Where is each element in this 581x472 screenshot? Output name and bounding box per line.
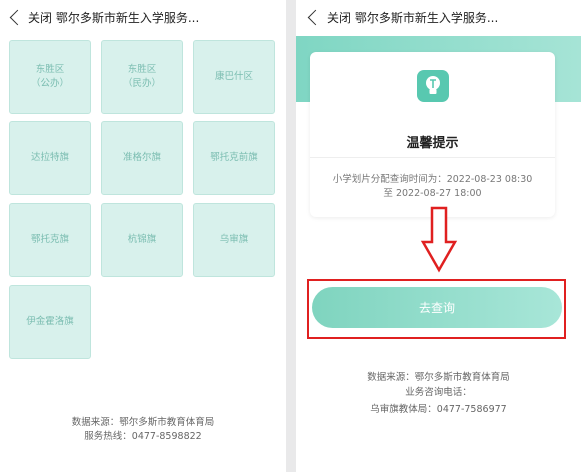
tip-title: 温馨提示 xyxy=(406,136,459,151)
district-name: 东胜区 xyxy=(35,64,65,75)
right-screen: 关闭 鄂尔多斯市新生入学服务... 温馨提示 小学划片分配查询时间为：2022-… xyxy=(296,0,581,472)
district-name: 康巴什区 xyxy=(214,71,253,82)
district-name: 准格尔旗 xyxy=(122,152,161,163)
tip-card: 温馨提示 小学划片分配查询时间为：2022-08-23 08:30 至 2022… xyxy=(310,52,555,217)
district-tile[interactable]: 鄂托克旗 xyxy=(9,203,91,277)
district-tile[interactable]: 达拉特旗 xyxy=(9,121,91,195)
district-name: 达拉特旗 xyxy=(30,152,69,163)
district-tile[interactable]: 康巴什区 xyxy=(193,40,275,114)
nav-title[interactable]: 关闭 鄂尔多斯市新生入学服务... xyxy=(28,9,199,26)
district-name: 鄂托克旗 xyxy=(30,234,69,245)
query-button[interactable]: 去查询 xyxy=(312,287,562,328)
chevron-left-icon[interactable] xyxy=(307,9,324,26)
district-name: 杭锦旗 xyxy=(127,234,157,245)
arrow-down-icon xyxy=(420,206,458,273)
district-name: 东胜区 xyxy=(127,64,157,75)
nav-bar: 关闭 鄂尔多斯市新生入学服务... xyxy=(296,0,581,36)
divider xyxy=(310,157,555,158)
left-screen: 关闭 鄂尔多斯市新生入学服务... 东胜区 （公办） 东胜区 （民办） 康巴什区… xyxy=(0,0,286,472)
district-tile[interactable]: 东胜区 （公办） xyxy=(9,40,91,114)
district-sub: （公办） xyxy=(30,78,69,89)
consult-label: 业务咨询电话： xyxy=(405,387,472,398)
district-name: 乌审旗 xyxy=(219,234,249,245)
district-tile[interactable]: 准格尔旗 xyxy=(101,121,183,195)
district-tile[interactable]: 杭锦旗 xyxy=(101,203,183,277)
district-tile[interactable]: 伊金霍洛旗 xyxy=(9,285,91,359)
service-hotline: 服务热线：0477-8598822 xyxy=(84,431,202,442)
district-sub: （民办） xyxy=(122,78,161,89)
nav-title[interactable]: 关闭 鄂尔多斯市新生入学服务... xyxy=(327,9,498,26)
district-name: 鄂托克前旗 xyxy=(210,152,258,163)
district-tile[interactable]: 鄂托克前旗 xyxy=(193,121,275,195)
consult-phone: 乌审旗教体局：0477-7586977 xyxy=(370,404,507,415)
query-time-text: 小学划片分配查询时间为：2022-08-23 08:30 xyxy=(332,174,533,185)
nav-bar: 关闭 鄂尔多斯市新生入学服务... xyxy=(0,0,286,36)
district-name: 伊金霍洛旗 xyxy=(26,316,74,327)
chevron-left-icon[interactable] xyxy=(9,9,26,26)
lightbulb-icon xyxy=(417,70,449,102)
data-source: 数据来源：鄂尔多斯市教育体育局 xyxy=(367,372,510,383)
district-tile[interactable]: 乌审旗 xyxy=(193,203,275,277)
district-tile[interactable]: 东胜区 （民办） xyxy=(101,40,183,114)
data-source: 数据来源：鄂尔多斯市教育体育局 xyxy=(71,417,215,428)
query-time-end: 至 2022-08-27 18:00 xyxy=(383,188,482,199)
